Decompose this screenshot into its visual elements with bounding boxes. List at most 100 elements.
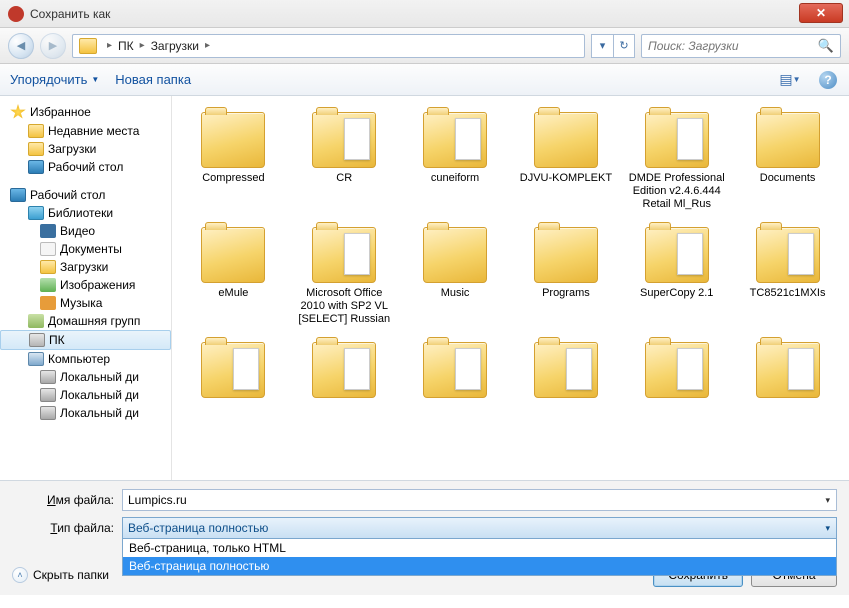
folder-item[interactable]: CR <box>291 108 398 215</box>
folder-item[interactable] <box>623 338 730 406</box>
tree-homegroup[interactable]: Домашняя групп <box>0 312 171 330</box>
view-options-button[interactable]: ▤ ▼ <box>779 70 801 90</box>
new-folder-label: Новая папка <box>115 72 191 87</box>
folder-icon <box>201 342 265 398</box>
folder-item[interactable]: cuneiform <box>402 108 509 215</box>
folder-item[interactable] <box>734 338 841 406</box>
folder-label: Music <box>441 287 470 300</box>
folder-item[interactable]: SuperCopy 2.1 <box>623 223 730 330</box>
close-button[interactable]: ✕ <box>799 3 843 23</box>
folder-item[interactable]: Compressed <box>180 108 287 215</box>
tree-downloads[interactable]: Загрузки <box>0 140 171 158</box>
filename-label: Имя файла: <box>12 493 122 507</box>
hide-folders-button[interactable]: ˄ Скрыть папки <box>12 567 109 583</box>
folder-item[interactable]: Documents <box>734 108 841 215</box>
filename-input[interactable]: Lumpics.ru ▾ <box>122 489 837 511</box>
folder-item[interactable]: TC8521c1MXIs <box>734 223 841 330</box>
refresh-button[interactable]: ↻ <box>613 34 635 58</box>
back-button[interactable]: ◀ <box>8 33 34 59</box>
folder-icon <box>756 227 820 283</box>
folder-item[interactable] <box>291 338 398 406</box>
tree-images[interactable]: Изображения <box>0 276 171 294</box>
toolbar: Упорядочить ▼ Новая папка ▤ ▼ ? <box>0 64 849 96</box>
help-icon: ? <box>819 71 837 89</box>
disk-icon <box>40 370 56 384</box>
desktop-icon <box>28 160 44 174</box>
location-bar: ◀ ▶ ▸ ПК ▸ Загрузки ▸ ▾ ↻ 🔍 <box>0 28 849 64</box>
organize-button[interactable]: Упорядочить ▼ <box>10 72 99 87</box>
history-dropdown-button[interactable]: ▾ <box>591 34 613 58</box>
folder-icon <box>645 112 709 168</box>
tree-documents[interactable]: Документы <box>0 240 171 258</box>
breadcrumb[interactable]: ▸ ПК ▸ Загрузки ▸ <box>72 34 585 58</box>
folder-item[interactable]: DMDE Professional Edition v2.4.6.444 Ret… <box>623 108 730 215</box>
tree-desktop[interactable]: Рабочий стол <box>0 186 171 204</box>
tree-favorites[interactable]: Избранное <box>0 102 171 122</box>
library-icon <box>28 206 44 220</box>
tree-lib-downloads[interactable]: Загрузки <box>0 258 171 276</box>
folder-icon <box>645 342 709 398</box>
tree-computer[interactable]: Компьютер <box>0 350 171 368</box>
folder-label: Compressed <box>202 172 264 185</box>
tree-music[interactable]: Музыка <box>0 294 171 312</box>
folder-icon <box>28 124 44 138</box>
search-icon[interactable]: 🔍 <box>818 38 834 54</box>
filetype-select[interactable]: Веб-страница полностью ▾ <box>122 517 837 539</box>
downloads-icon <box>28 142 44 156</box>
crumb-pc[interactable]: ПК <box>118 39 134 53</box>
folder-item[interactable] <box>513 338 620 406</box>
chevron-down-icon: ▾ <box>825 523 830 534</box>
folder-item[interactable]: eMule <box>180 223 287 330</box>
chevron-right-icon: ▸ <box>101 40 118 51</box>
file-list[interactable]: Compressed CRcuneiformDJVU-KOMPLEKTDMDE P… <box>172 96 849 480</box>
tree-local-disk[interactable]: Локальный ди <box>0 386 171 404</box>
folder-item[interactable]: Microsoft Office 2010 with SP2 VL [SELEC… <box>291 223 398 330</box>
folder-icon <box>201 112 265 168</box>
save-panel: Имя файла: Lumpics.ru ▾ Тип файла: Веб-с… <box>0 480 849 595</box>
pc-icon <box>29 333 45 347</box>
chevron-up-icon: ˄ <box>12 567 28 583</box>
filetype-label: Тип файла: <box>12 521 122 535</box>
filetype-option-complete[interactable]: Веб-страница полностью <box>123 557 836 575</box>
chevron-right-icon: ▸ <box>134 40 151 51</box>
folder-label: Programs <box>542 287 590 300</box>
folder-icon <box>79 38 97 54</box>
folder-item[interactable]: DJVU-KOMPLEKT <box>513 108 620 215</box>
help-button[interactable]: ? <box>817 70 839 90</box>
search-box[interactable]: 🔍 <box>641 34 841 58</box>
folder-item[interactable] <box>180 338 287 406</box>
filetype-option-html-only[interactable]: Веб-страница, только HTML <box>123 539 836 557</box>
search-input[interactable] <box>648 39 818 53</box>
folder-icon <box>423 112 487 168</box>
forward-button[interactable]: ▶ <box>40 33 66 59</box>
images-icon <box>40 278 56 292</box>
tree-recent[interactable]: Недавние места <box>0 122 171 140</box>
tree-video[interactable]: Видео <box>0 222 171 240</box>
folder-item[interactable]: Music <box>402 223 509 330</box>
crumb-downloads[interactable]: Загрузки <box>151 39 199 53</box>
folder-item[interactable] <box>402 338 509 406</box>
tree-local-disk[interactable]: Локальный ди <box>0 368 171 386</box>
folder-label: SuperCopy 2.1 <box>640 287 713 300</box>
folder-icon <box>756 342 820 398</box>
chevron-down-icon[interactable]: ▾ <box>825 495 830 506</box>
music-icon <box>40 296 56 310</box>
folder-icon <box>423 227 487 283</box>
video-icon <box>40 224 56 238</box>
folder-label: eMule <box>218 287 248 300</box>
folder-icon <box>312 342 376 398</box>
disk-icon <box>40 388 56 402</box>
folder-icon <box>534 342 598 398</box>
folder-icon <box>534 112 598 168</box>
folder-icon <box>312 227 376 283</box>
tree-local-disk[interactable]: Локальный ди <box>0 404 171 422</box>
new-folder-button[interactable]: Новая папка <box>115 72 191 87</box>
tree-libraries[interactable]: Библиотеки <box>0 204 171 222</box>
folder-icon <box>756 112 820 168</box>
tree-pc[interactable]: ПК <box>0 330 171 350</box>
folder-item[interactable]: Programs <box>513 223 620 330</box>
tree-desktop-fav[interactable]: Рабочий стол <box>0 158 171 176</box>
window-title: Сохранить как <box>30 7 110 21</box>
navigation-tree[interactable]: Избранное Недавние места Загрузки Рабочи… <box>0 96 172 480</box>
main-content: Избранное Недавние места Загрузки Рабочи… <box>0 96 849 480</box>
